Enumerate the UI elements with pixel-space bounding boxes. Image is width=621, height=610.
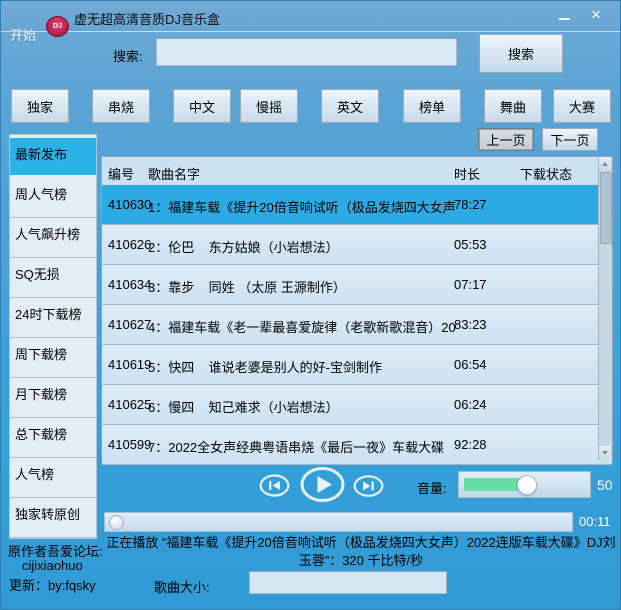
- titlebar: 虚无超高清音质DJ音乐盒 ×: [1, 1, 620, 32]
- sidebar-item-exclusive-original[interactable]: 独家转原创: [10, 498, 96, 538]
- header-download-status: 下载状态: [520, 164, 572, 183]
- scrollbar-thumb[interactable]: [600, 172, 612, 244]
- previous-track-icon: [259, 474, 290, 497]
- header-id: 编号: [108, 164, 134, 183]
- table-row[interactable]: 410630 1：福建车载《提升20倍音响试听（极品发烧四大女声 78:27: [102, 185, 612, 225]
- category-contest-button[interactable]: 大赛: [553, 89, 611, 123]
- now-playing-status: 正在播放 “福建车载《提升20倍音响试听（极品发烧四大女声）2022连版车载大碟…: [101, 534, 621, 570]
- sidebar-item-popularity[interactable]: 人气榜: [10, 458, 96, 498]
- search-label: 搜索:: [113, 46, 143, 65]
- credit-author-name: cijixiaohuo: [22, 558, 83, 573]
- start-menu[interactable]: 开始: [10, 25, 36, 44]
- play-icon: [300, 467, 345, 502]
- volume-label: 音量:: [417, 478, 447, 497]
- credit-updater: 更新：by:fqsky: [9, 575, 96, 594]
- play-button[interactable]: [300, 467, 345, 502]
- search-button[interactable]: 搜索: [479, 34, 563, 73]
- table-row[interactable]: 410619 5：快四 谁说老婆是别人的好-宝剑制作 06:54: [102, 345, 612, 385]
- category-slow-shake-button[interactable]: 慢摇: [240, 89, 298, 123]
- minimize-button[interactable]: [548, 1, 580, 28]
- category-chart-button[interactable]: 榜单: [403, 89, 461, 123]
- category-chinese-button[interactable]: 中文: [173, 89, 231, 123]
- table-row[interactable]: 410627 4：福建车载《老一辈最喜爱旋律（老歌新歌混音）20 83:23: [102, 305, 612, 345]
- previous-track-button[interactable]: [259, 474, 290, 497]
- volume-slider-thumb[interactable]: [517, 475, 537, 495]
- category-exclusive-button[interactable]: 独家: [11, 89, 69, 123]
- next-track-icon: [353, 475, 384, 497]
- header-song-name: 歌曲名字: [148, 164, 200, 183]
- volume-value: 50: [597, 477, 613, 493]
- table-header-row: 编号 歌曲名字 时长 下载状态: [102, 157, 612, 185]
- sidebar-item-week-download[interactable]: 周下载榜: [10, 338, 96, 378]
- table-row[interactable]: 410634 3：靠步 同姓 （太原 王源制作） 07:17: [102, 265, 612, 305]
- next-page-button[interactable]: 下一页: [542, 128, 598, 151]
- minimize-icon: [559, 18, 570, 20]
- song-table: 编号 歌曲名字 时长 下载状态 410630 1：福建车载《提升20倍音响试听（…: [101, 156, 613, 461]
- table-row[interactable]: 410625 6：慢四 知己难求（小岩想法） 06:24: [102, 385, 612, 425]
- table-row[interactable]: 410599 7：2022全女声经典粤语串烧《最后一夜》车载大碟 92:28: [102, 425, 612, 465]
- elapsed-time: 00:11: [579, 514, 611, 529]
- scroll-down-icon[interactable]: [599, 446, 611, 460]
- table-scrollbar[interactable]: [598, 157, 612, 460]
- header-duration: 时长: [454, 164, 480, 183]
- scroll-up-icon[interactable]: [599, 157, 611, 171]
- category-mix-button[interactable]: 串烧: [92, 89, 150, 123]
- close-button[interactable]: ×: [580, 1, 612, 28]
- song-size-label: 歌曲大小:: [154, 577, 210, 596]
- sidebar-item-24h-download[interactable]: 24时下载榜: [10, 298, 96, 338]
- category-dance-button[interactable]: 舞曲: [484, 89, 542, 123]
- sidebar-item-popularity-rising[interactable]: 人气飙升榜: [10, 218, 96, 258]
- app-window: 虚无超高清音质DJ音乐盒 × DJ 开始 搜索: 搜索 独家 串烧 中文 慢摇 …: [0, 0, 621, 610]
- sidebar-category-list: 最新发布 周人气榜 人气飙升榜 SQ无损 24时下载榜 周下载榜 月下载榜 总下…: [9, 134, 97, 539]
- progress-thumb[interactable]: [109, 515, 124, 530]
- prev-page-button[interactable]: 上一页: [478, 128, 534, 151]
- sidebar-item-week-popularity[interactable]: 周人气榜: [10, 178, 96, 218]
- close-icon: ×: [591, 6, 601, 23]
- table-row[interactable]: 410626 2：伦巴 东方姑娘（小岩想法） 05:53: [102, 225, 612, 265]
- volume-slider[interactable]: [458, 471, 591, 498]
- app-logo-icon: DJ: [46, 16, 69, 37]
- sidebar-item-total-download[interactable]: 总下载榜: [10, 418, 96, 458]
- window-title: 虚无超高清音质DJ音乐盒: [74, 9, 220, 28]
- category-english-button[interactable]: 英文: [321, 89, 379, 123]
- next-track-button[interactable]: [353, 475, 384, 497]
- playback-progress-bar[interactable]: [104, 512, 573, 532]
- sidebar-item-latest-release[interactable]: 最新发布: [10, 138, 96, 175]
- search-input[interactable]: [156, 38, 457, 66]
- song-size-field[interactable]: [249, 571, 447, 594]
- sidebar-item-sq-lossless[interactable]: SQ无损: [10, 258, 96, 298]
- sidebar-item-month-download[interactable]: 月下载榜: [10, 378, 96, 418]
